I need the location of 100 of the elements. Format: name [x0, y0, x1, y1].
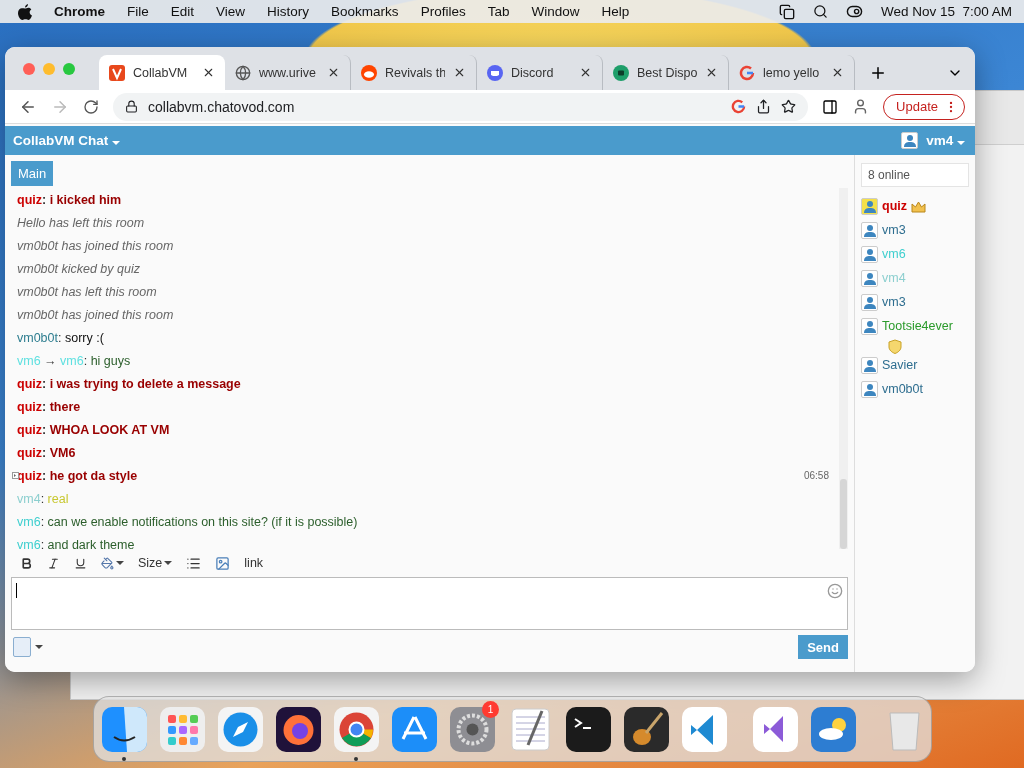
user-avatar-icon	[863, 248, 876, 261]
bold-icon[interactable]	[20, 556, 33, 570]
scrollbar-thumb[interactable]	[840, 479, 847, 549]
menu-item[interactable]: History	[267, 4, 310, 19]
notification-badge: 1	[482, 700, 499, 718]
browser-tab[interactable]: www.urive	[225, 55, 351, 90]
user-avatar[interactable]	[861, 357, 878, 374]
chat-message: vm6: and dark theme	[17, 537, 135, 549]
user-avatar[interactable]	[861, 294, 878, 311]
lock-icon	[125, 100, 138, 113]
message-input[interactable]	[11, 577, 848, 630]
emoji-icon[interactable]	[827, 583, 843, 599]
chat-message: quiz: i kicked him	[17, 192, 122, 207]
user-name[interactable]: vm3	[882, 294, 906, 311]
chat-message: quiz: VM6	[17, 445, 76, 460]
user-avatar[interactable]	[861, 270, 878, 287]
a-letter-app-icon[interactable]	[392, 706, 437, 752]
expand-icon[interactable]	[12, 472, 19, 479]
user-avatar[interactable]	[861, 222, 878, 239]
apple-logo-icon[interactable]	[18, 3, 32, 20]
globe-icon	[235, 64, 251, 81]
menu-item[interactable]: Bookmarks	[331, 4, 399, 19]
user-avatar-icon	[863, 272, 876, 285]
chat-message: quiz: there	[17, 399, 81, 414]
menu-item[interactable]: Help	[601, 4, 630, 19]
browser-tab[interactable]: Discord	[477, 55, 603, 90]
user-name[interactable]: vm0b0t	[882, 381, 923, 398]
user-name[interactable]: Savier	[882, 357, 918, 374]
user-avatar-icon	[863, 200, 876, 213]
g-logo-icon[interactable]	[731, 99, 747, 114]
system-message: vm0b0t has left this room	[17, 284, 157, 299]
bullet-list-icon[interactable]	[186, 555, 202, 571]
system-message: Hello has left this room	[17, 215, 145, 230]
menu-item[interactable]: Edit	[170, 4, 195, 19]
chrome-wheel-icon[interactable]	[334, 706, 379, 752]
screen-mirroring-icon[interactable]	[778, 3, 795, 20]
close-tab-icon[interactable]	[453, 66, 466, 79]
menu-item[interactable]: Window	[531, 4, 580, 19]
side-panel-icon[interactable]	[822, 98, 839, 115]
browser-tab[interactable]: CollabVM	[99, 55, 225, 90]
app-menu[interactable]: Chrome	[54, 4, 105, 19]
share-icon[interactable]	[756, 99, 772, 114]
browser-tab[interactable]: Best Dispo	[603, 55, 729, 90]
clock-text: Wed Nov 15 7:00 AM	[880, 4, 1012, 19]
menu-item[interactable]: View	[216, 4, 246, 19]
user-name[interactable]: vm3	[882, 222, 906, 239]
user-avatar-icon	[863, 296, 876, 309]
code-editor-icon[interactable]	[682, 706, 727, 752]
compass-icon[interactable]	[218, 706, 263, 752]
chat-message: vm0b0t: sorry :(	[17, 330, 104, 345]
round-app-icon	[613, 64, 629, 81]
underline-icon[interactable]	[74, 556, 87, 570]
v-logo-icon	[109, 64, 125, 81]
cloud-sun-icon[interactable]	[811, 706, 856, 752]
url-text: collabvm.chatovod.com	[148, 98, 295, 115]
terminal-icon[interactable]	[566, 706, 611, 752]
browser-tab[interactable]: lemo yello	[729, 55, 855, 90]
user-avatar[interactable]	[861, 246, 878, 263]
close-tab-icon[interactable]	[831, 66, 844, 79]
guitar-icon[interactable]	[624, 706, 669, 752]
bookmark-star-icon[interactable]	[781, 99, 797, 114]
text-color-button[interactable]	[101, 556, 124, 570]
smiling-face-icon[interactable]	[102, 706, 147, 752]
app-grid-icon[interactable]	[160, 706, 205, 752]
user-name[interactable]: Tootsie4ever	[882, 318, 953, 335]
search-icon[interactable]	[812, 4, 828, 19]
user-name[interactable]: quiz	[882, 198, 907, 215]
italic-icon[interactable]	[47, 556, 60, 570]
system-message: vm0b0t has joined this room	[17, 238, 174, 253]
chat-message: vm6: can we enable notifications on this site? (if it is possible)	[17, 514, 358, 529]
user-avatar-icon	[863, 359, 876, 372]
system-message: vm0b0t has joined this room	[17, 307, 174, 322]
online-count: 8 online	[861, 163, 969, 187]
menu-item[interactable]: Profiles	[420, 4, 466, 19]
menu-item[interactable]: Tab	[487, 4, 510, 19]
close-tab-icon[interactable]	[579, 66, 592, 79]
text-cursor	[16, 583, 17, 598]
close-tab-icon[interactable]	[705, 66, 718, 79]
user-avatar-icon	[863, 224, 876, 237]
link-button[interactable]: link	[244, 556, 264, 570]
close-tab-icon[interactable]	[202, 66, 215, 79]
menu-item[interactable]: File	[127, 4, 149, 19]
system-message: vm0b0t kicked by quiz	[17, 261, 140, 276]
control-center-icon[interactable]	[845, 3, 863, 20]
close-tab-icon[interactable]	[327, 66, 340, 79]
font-size-button[interactable]: Size	[138, 556, 173, 570]
image-icon[interactable]	[215, 555, 231, 571]
notepad-pen-icon[interactable]	[508, 706, 553, 752]
user-avatar[interactable]	[861, 198, 878, 215]
chat-message: quiz: WHOA LOOK AT VM	[17, 422, 170, 437]
browser-tab[interactable]: Revivals th	[351, 55, 477, 90]
user-avatar[interactable]	[861, 318, 878, 335]
gear-icon[interactable]	[450, 706, 495, 752]
address-bar[interactable]: collabvm.chatovod.com	[113, 92, 809, 121]
message-time: 06:58	[803, 470, 829, 481]
user-avatar[interactable]	[861, 381, 878, 398]
shield-icon	[888, 339, 902, 354]
private-message: vm6 → vm6: hi guys	[17, 353, 131, 368]
update-button[interactable]: Update	[883, 93, 965, 120]
reload-icon[interactable]	[83, 98, 99, 115]
